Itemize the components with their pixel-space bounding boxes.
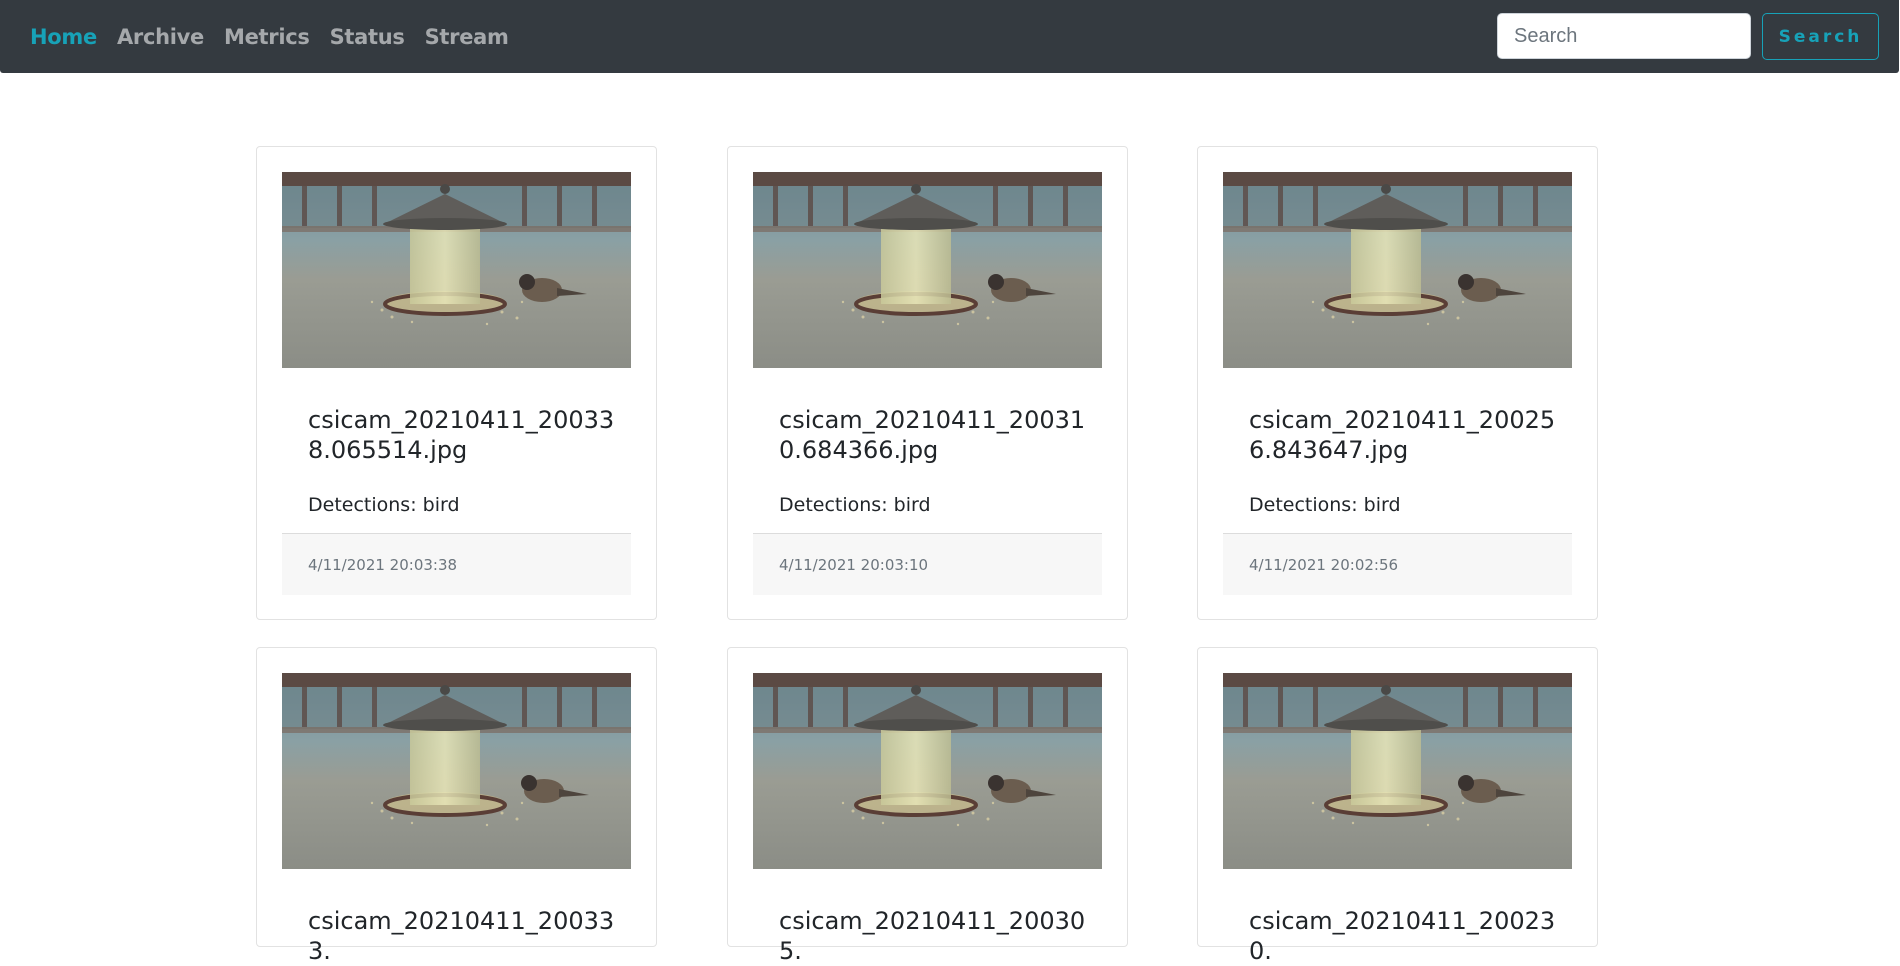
card-title: csicam_20210411_200333. [308,907,615,965]
nav-links: Home Archive Metrics Status Stream [30,0,529,73]
image-card[interactable]: csicam_20210411_200305. [727,647,1128,965]
card-timestamp: 4/11/2021 20:03:10 [779,556,929,574]
image-card[interactable]: csicam_20210411_200230. [1197,647,1598,965]
image-card[interactable]: csicam_20210411_200256.843647.jpg Detect… [1197,146,1598,620]
bird-feeder-photo [1223,673,1572,869]
card-footer: 4/11/2021 20:03:10 [753,533,1102,595]
card-image[interactable] [753,673,1102,869]
card-image[interactable] [1223,172,1572,368]
card-image[interactable] [753,172,1102,368]
card-title: csicam_20210411_200230. [1249,907,1556,965]
bird-feeder-photo [1223,172,1572,368]
card-detections: Detections: bird [779,494,931,516]
bird-feeder-photo [282,172,631,368]
card-timestamp: 4/11/2021 20:03:38 [308,556,458,574]
navbar: Home Archive Metrics Status Stream Searc… [0,0,1899,73]
image-card[interactable]: csicam_20210411_200310.684366.jpg Detect… [727,146,1128,620]
card-footer: 4/11/2021 20:02:56 [1223,533,1572,595]
nav-item-home[interactable]: Home [30,25,97,49]
card-detections: Detections: bird [308,494,460,516]
bird-feeder-photo [753,172,1102,368]
card-image[interactable] [282,673,631,869]
nav-item-archive[interactable]: Archive [117,25,204,49]
bird-feeder-photo [282,673,631,869]
card-detections: Detections: bird [1249,494,1401,516]
nav-item-metrics[interactable]: Metrics [224,25,310,49]
card-title: csicam_20210411_200338.065514.jpg [308,406,615,464]
card-title: csicam_20210411_200310.684366.jpg [779,406,1086,464]
bird-feeder-photo [753,673,1102,869]
card-title: csicam_20210411_200256.843647.jpg [1249,406,1556,464]
card-image[interactable] [1223,673,1572,869]
card-timestamp: 4/11/2021 20:02:56 [1249,556,1399,574]
card-title: csicam_20210411_200305. [779,907,1086,965]
search-button[interactable]: Search [1762,13,1879,60]
nav-item-stream[interactable]: Stream [425,25,509,49]
card-footer: 4/11/2021 20:03:38 [282,533,631,595]
search-input[interactable] [1497,13,1751,59]
nav-item-status[interactable]: Status [330,25,405,49]
image-card[interactable]: csicam_20210411_200333. [256,647,657,965]
image-card[interactable]: csicam_20210411_200338.065514.jpg Detect… [256,146,657,620]
card-image[interactable] [282,172,631,368]
